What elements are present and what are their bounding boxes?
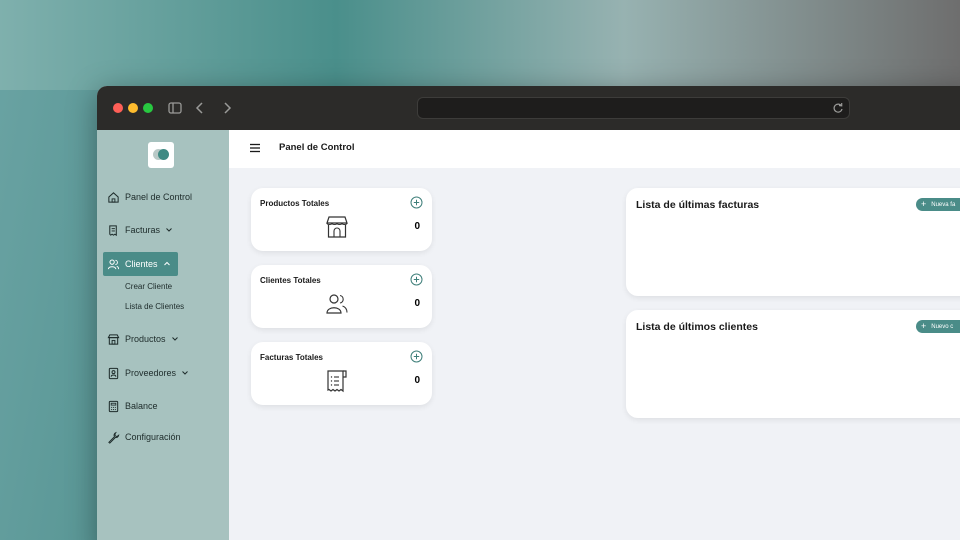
top-header: Panel de Control xyxy=(229,130,960,168)
new-client-button[interactable]: + Nuevo c xyxy=(916,320,960,333)
forward-arrow-icon[interactable] xyxy=(218,99,236,117)
wrench-icon xyxy=(108,431,120,444)
sidebar-item-clientes[interactable]: Clientes xyxy=(103,252,178,276)
stat-label: Facturas Totales xyxy=(260,353,323,362)
add-circle-icon[interactable] xyxy=(410,273,423,286)
receipt-icon xyxy=(109,224,117,236)
stat-value: 0 xyxy=(414,221,420,232)
maximize-window-button[interactable] xyxy=(143,103,153,113)
sidebar: Panel de Control Facturas Clientes Crear… xyxy=(97,130,229,540)
page-title: Panel de Control xyxy=(279,142,355,153)
stat-card-productos: Productos Totales 0 xyxy=(251,188,432,251)
sidebar-item-panel-de-control[interactable]: Panel de Control xyxy=(103,185,192,209)
sidebar-item-label: Panel de Control xyxy=(125,192,193,202)
sidebar-item-proveedores[interactable]: Proveedores xyxy=(103,361,189,385)
back-arrow-icon[interactable] xyxy=(191,99,209,117)
users-icon xyxy=(326,294,348,314)
card-title: Lista de últimas facturas xyxy=(636,199,760,211)
home-icon xyxy=(108,191,119,203)
store-icon xyxy=(107,333,120,345)
close-window-button[interactable] xyxy=(113,103,123,113)
button-label: Nueva fa xyxy=(931,201,956,208)
new-invoice-button[interactable]: + Nueva fa xyxy=(916,198,960,211)
sidebar-item-label: Configuración xyxy=(125,432,181,442)
contact-icon xyxy=(108,367,119,379)
stat-label: Productos Totales xyxy=(260,199,330,208)
hamburger-menu-icon[interactable] xyxy=(249,142,261,154)
sidebar-item-label: Clientes xyxy=(125,259,158,269)
stat-value: 0 xyxy=(414,375,420,386)
sidebar-item-label: Facturas xyxy=(125,225,161,235)
chevron-down-icon xyxy=(166,228,172,232)
sidebar-item-label: Balance xyxy=(125,401,158,411)
plus-icon: + xyxy=(921,321,927,331)
sidebar-item-label: Proveedores xyxy=(125,368,177,378)
browser-titlebar xyxy=(97,86,960,130)
latest-clients-card: Lista de últimos clientes + Nuevo c xyxy=(626,310,960,418)
stat-label: Clientes Totales xyxy=(260,276,321,285)
sidebar-subitem-crear-cliente[interactable]: Crear Cliente xyxy=(125,282,172,291)
sidebar-subitem-lista-de-clientes[interactable]: Lista de Clientes xyxy=(125,302,184,311)
stat-value: 0 xyxy=(414,298,420,309)
add-circle-icon[interactable] xyxy=(410,196,423,209)
browser-window: Panel de Control Facturas Clientes Crear… xyxy=(97,86,960,540)
minimize-window-button[interactable] xyxy=(128,103,138,113)
sidebar-item-label: Productos xyxy=(125,334,166,344)
add-circle-icon[interactable] xyxy=(410,350,423,363)
users-icon xyxy=(107,259,120,269)
desktop-background xyxy=(0,0,960,90)
address-bar[interactable] xyxy=(417,97,850,119)
button-label: Nuevo c xyxy=(931,323,954,330)
calculator-icon xyxy=(108,400,119,412)
sidebar-item-configuracion[interactable]: Configuración xyxy=(103,425,181,449)
sidebar-item-productos[interactable]: Productos xyxy=(103,327,179,351)
sidebar-toggle-icon[interactable] xyxy=(166,99,184,117)
stat-card-clientes: Clientes Totales 0 xyxy=(251,265,432,328)
sidebar-item-facturas[interactable]: Facturas xyxy=(103,218,173,242)
store-icon xyxy=(326,216,348,238)
sidebar-item-balance[interactable]: Balance xyxy=(103,394,158,418)
card-title: Lista de últimos clientes xyxy=(636,321,758,333)
reload-icon[interactable] xyxy=(831,101,845,115)
plus-icon: + xyxy=(921,199,927,209)
chevron-down-icon xyxy=(171,337,178,341)
latest-invoices-card: Lista de últimas facturas + Nueva fa xyxy=(626,188,960,296)
chevron-up-icon xyxy=(163,261,170,266)
receipt-icon xyxy=(327,370,347,393)
app-logo[interactable] xyxy=(148,142,174,168)
chevron-down-icon xyxy=(182,371,188,375)
stat-card-facturas: Facturas Totales 0 xyxy=(251,342,432,405)
